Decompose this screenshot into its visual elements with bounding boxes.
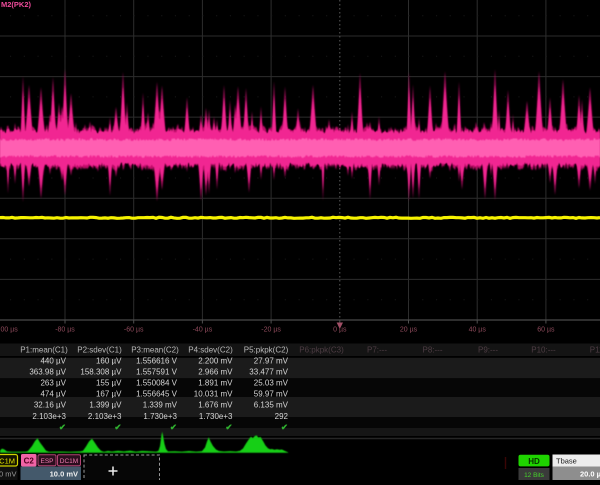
svg-text:✔: ✔ [114, 422, 121, 432]
svg-text:167 µV: 167 µV [96, 390, 122, 399]
svg-text:M2(PK2): M2(PK2) [1, 0, 32, 9]
svg-text:ESP: ESP [40, 458, 53, 465]
svg-text:158.308 µV: 158.308 µV [80, 367, 122, 376]
svg-text:2.103e+3: 2.103e+3 [32, 412, 66, 421]
svg-text:263 µV: 263 µV [40, 379, 66, 388]
svg-text:440 µV: 440 µV [40, 356, 66, 365]
svg-text:12 Bits: 12 Bits [524, 472, 545, 479]
svg-text:P10:---: P10:--- [531, 346, 556, 355]
svg-text:10.0 mV: 10.0 mV [50, 470, 78, 479]
svg-text:1.339 mV: 1.339 mV [143, 401, 178, 410]
svg-text:✔: ✔ [59, 422, 66, 432]
svg-text:✔: ✔ [170, 422, 177, 432]
svg-text:1.556645 V: 1.556645 V [136, 390, 178, 399]
svg-text:1.557591 V: 1.557591 V [136, 367, 178, 376]
svg-text:P2:sdev(C1): P2:sdev(C1) [77, 346, 122, 355]
svg-text:P11:-: P11:- [590, 346, 600, 355]
svg-text:1.550084 V: 1.550084 V [136, 379, 178, 388]
svg-text:155 µV: 155 µV [96, 379, 122, 388]
svg-text:59.97 mV: 59.97 mV [254, 390, 289, 399]
svg-text:C2: C2 [24, 457, 35, 466]
svg-text:DC1M: DC1M [60, 458, 78, 465]
svg-text:-80 µs: -80 µs [55, 327, 75, 334]
svg-text:292: 292 [275, 412, 289, 421]
svg-text:20.0 µs: 20.0 µs [580, 470, 600, 479]
svg-text:P4:sdev(C2): P4:sdev(C2) [188, 346, 233, 355]
svg-text:25.03 mV: 25.03 mV [254, 379, 289, 388]
svg-text:P7:---: P7:--- [367, 346, 387, 355]
svg-text:-60 µs: -60 µs [124, 327, 144, 334]
svg-text:2.103e+3: 2.103e+3 [88, 412, 122, 421]
svg-text:1.556616 V: 1.556616 V [136, 356, 178, 365]
svg-text:40 µs: 40 µs [469, 327, 487, 334]
svg-text:✔: ✔ [225, 422, 232, 432]
svg-text:2.200 mV: 2.200 mV [198, 356, 233, 365]
svg-text:33.477 mV: 33.477 mV [249, 367, 288, 376]
svg-text:20 µs: 20 µs [400, 327, 418, 334]
svg-text:160 µV: 160 µV [96, 356, 122, 365]
svg-text:363.98 µV: 363.98 µV [29, 367, 66, 376]
svg-text:P8:---: P8:--- [423, 346, 443, 355]
svg-text:1.730e+3: 1.730e+3 [143, 412, 177, 421]
svg-text:1.730e+3: 1.730e+3 [199, 412, 233, 421]
svg-text:✔: ✔ [281, 422, 288, 432]
svg-text:1.399 µV: 1.399 µV [89, 401, 122, 410]
svg-text:1.891 mV: 1.891 mV [198, 379, 233, 388]
svg-text:HD: HD [528, 457, 540, 466]
svg-text:DC1M: DC1M [0, 457, 15, 466]
svg-text:P5:pkpk(C2): P5:pkpk(C2) [244, 346, 289, 355]
svg-text:-40 µs: -40 µs [193, 327, 213, 334]
svg-text:P9:---: P9:--- [478, 346, 498, 355]
svg-text:27.97 mV: 27.97 mV [254, 356, 289, 365]
svg-text:P3:mean(C2): P3:mean(C2) [131, 346, 179, 355]
svg-text:10.031 mV: 10.031 mV [194, 390, 233, 399]
svg-text:1.676 mV: 1.676 mV [198, 401, 233, 410]
svg-text:Tbase: Tbase [556, 457, 577, 466]
svg-text:32.16 µV: 32.16 µV [34, 401, 67, 410]
svg-text:2.966 mV: 2.966 mV [198, 367, 233, 376]
svg-text:60 µs: 60 µs [537, 327, 555, 334]
svg-text:P6:pkpk(C3): P6:pkpk(C3) [299, 346, 344, 355]
svg-text:474 µV: 474 µV [40, 390, 66, 399]
svg-text:P1:mean(C1): P1:mean(C1) [20, 346, 68, 355]
svg-text:6.135 mV: 6.135 mV [254, 401, 289, 410]
svg-text:00 µs: 00 µs [1, 327, 19, 334]
svg-text:-20 µs: -20 µs [261, 327, 281, 334]
svg-text:50.0 mV: 50.0 mV [0, 470, 17, 479]
